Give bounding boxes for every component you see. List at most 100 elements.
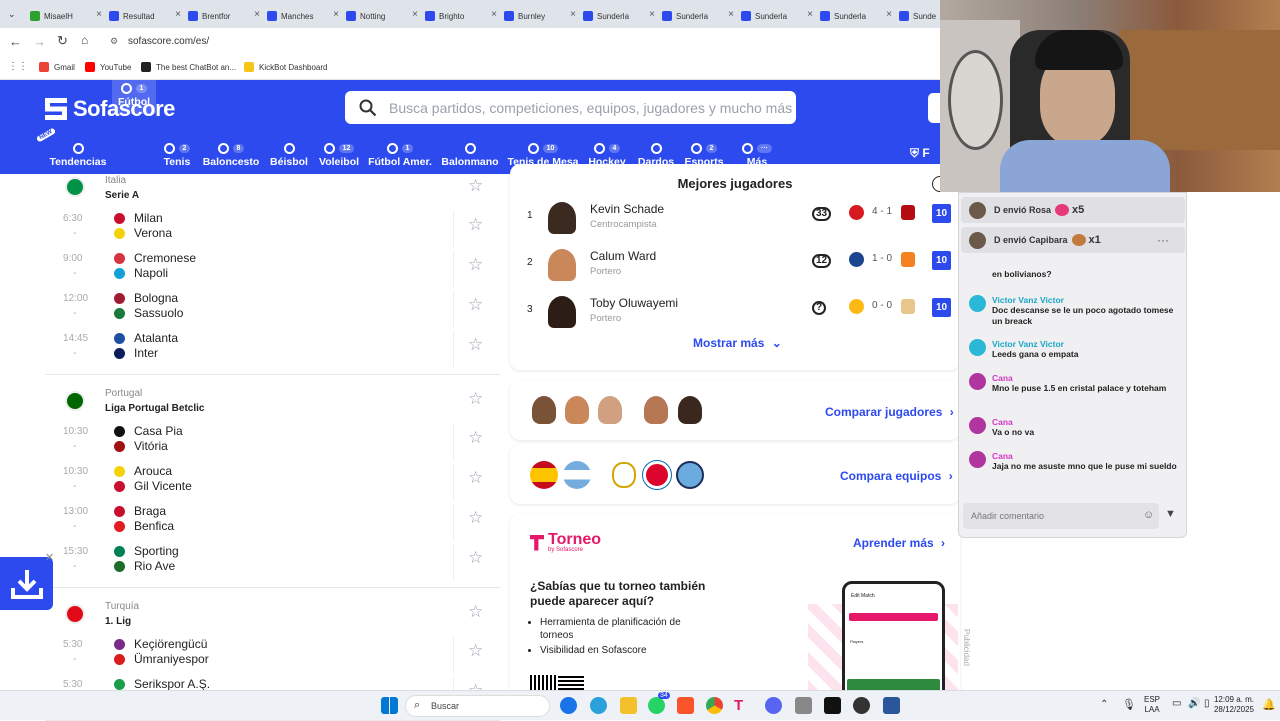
league-name[interactable]: Serie A	[105, 190, 139, 201]
apps-grid-icon[interactable]: ⋮⋮	[8, 61, 28, 72]
site-info-icon[interactable]: ⚙	[110, 36, 118, 47]
close-download-icon[interactable]: ✕	[45, 551, 54, 564]
comment-input[interactable]: Añadir comentario ☺	[963, 503, 1159, 529]
browser-tab[interactable]: MisaelH ×	[30, 6, 102, 26]
network-icon[interactable]: ▭	[1172, 698, 1181, 709]
bookmark-item[interactable]: YouTube	[85, 62, 131, 72]
compare-players-link[interactable]: Comparar jugadores ›	[825, 405, 954, 419]
tab-close-icon[interactable]: ×	[491, 9, 497, 20]
favorite-star-icon[interactable]: ☆	[468, 389, 483, 409]
obs-icon[interactable]	[853, 697, 870, 714]
browser-tab[interactable]: Brentfor ×	[188, 6, 260, 26]
favorite-star-icon[interactable]: ☆	[468, 176, 483, 196]
language-indicator[interactable]: ESP LAA	[1144, 695, 1160, 715]
tab-list-chevron-icon[interactable]: ⌄	[8, 9, 16, 20]
windows-start-icon[interactable]	[381, 697, 398, 714]
browser-tab[interactable]: Brighto ×	[425, 6, 497, 26]
brave-icon[interactable]	[677, 697, 694, 714]
match-row[interactable]: 10:30 - Arouca Gil Vicente ☆	[45, 464, 500, 504]
favorite-star-icon[interactable]: ☆	[468, 335, 483, 355]
match-row[interactable]: 15:30 - Sporting Rio Ave ☆	[45, 544, 500, 584]
favorite-star-icon[interactable]: ☆	[468, 548, 483, 568]
favorite-star-icon[interactable]: ☆	[468, 508, 483, 528]
favorite-star-icon[interactable]: ☆	[468, 428, 483, 448]
favorite-star-icon[interactable]: ☆	[468, 468, 483, 488]
bookmark-item[interactable]: The best ChatBot an...	[141, 62, 236, 72]
browser-tab[interactable]: Notting ×	[346, 6, 418, 26]
emoji-icon[interactable]: ☺	[1143, 509, 1154, 521]
filter-icon[interactable]: ▼	[1165, 508, 1176, 520]
tray-chevron-icon[interactable]: ⌃	[1100, 699, 1108, 710]
favorites-tab[interactable]: ⛨ F	[910, 146, 930, 161]
search-box[interactable]: Busca partidos, competiciones, equipos, …	[345, 91, 796, 124]
taskbar-search[interactable]: ⌕ Buscar	[405, 695, 550, 717]
match-row[interactable]: 13:00 - Braga Benfica ☆	[45, 504, 500, 544]
forward-icon[interactable]: →	[33, 34, 46, 49]
tiktok-icon[interactable]	[824, 697, 841, 714]
tab-close-icon[interactable]: ×	[807, 9, 813, 20]
login-button[interactable]	[928, 93, 940, 123]
match-row[interactable]: 6:30 - Milan Verona ☆	[45, 211, 500, 251]
favorite-star-icon[interactable]: ☆	[468, 295, 483, 315]
notification-bell-icon[interactable]: 🔔	[1262, 698, 1276, 711]
chat-username[interactable]: Victor Vanz Victor	[992, 295, 1177, 305]
chat-username[interactable]: Cana	[992, 451, 1177, 461]
discord-icon[interactable]	[765, 697, 782, 714]
browser-tab[interactable]: Sunderla ×	[820, 6, 892, 26]
back-icon[interactable]: ←	[9, 34, 22, 49]
chat-username[interactable]: Cana	[992, 417, 1177, 427]
league-name[interactable]: Liga Portugal Betclic	[105, 403, 204, 414]
sport-tab[interactable]: Balonmano	[430, 140, 510, 168]
tab-close-icon[interactable]: ×	[175, 9, 181, 20]
browser-tab[interactable]: Manches ×	[267, 6, 339, 26]
tab-close-icon[interactable]: ×	[254, 9, 260, 20]
edge-icon[interactable]	[560, 697, 577, 714]
league-name[interactable]: 1. Lig	[105, 616, 131, 627]
reload-icon[interactable]: ↻	[57, 33, 68, 49]
chat-username[interactable]: Cana	[992, 373, 1177, 383]
match-row[interactable]: 9:00 - Cremonese Napoli ☆	[45, 251, 500, 291]
tab-close-icon[interactable]: ×	[886, 9, 892, 20]
sport-tab[interactable]: Tendencias NEW	[35, 127, 118, 168]
player-row[interactable]: 2 Calum Ward Portero 12 1 - 0 10	[510, 247, 960, 287]
tab-close-icon[interactable]: ×	[728, 9, 734, 20]
browser-tab[interactable]: Sunderla ×	[583, 6, 655, 26]
browser-tab[interactable]: Sunderla ×	[662, 6, 734, 26]
chat-username[interactable]: Victor Vanz Victor	[992, 339, 1177, 349]
home-icon[interactable]: ⌂	[81, 33, 88, 47]
browser-tab[interactable]: Burnley ×	[504, 6, 576, 26]
match-row[interactable]: 14:45 - Atalanta Inter ☆	[45, 331, 500, 371]
download-app-button[interactable]	[0, 557, 53, 610]
word-icon[interactable]	[883, 697, 900, 714]
compare-teams-link[interactable]: Compara equipos ›	[840, 469, 953, 483]
tab-close-icon[interactable]: ×	[333, 9, 339, 20]
tab-close-icon[interactable]: ×	[649, 9, 655, 20]
sport-tab[interactable]: 1 Fútbol Amer.	[360, 140, 440, 168]
compare-teams-card[interactable]: Compara equipos ›	[510, 444, 960, 504]
learn-more-link[interactable]: Aprender más ›	[853, 536, 945, 550]
chrome-icon[interactable]	[706, 697, 723, 714]
clock[interactable]: 12:09 a. m. 28/12/2025	[1206, 695, 1254, 715]
microphone-icon[interactable]: 🎙	[1122, 698, 1136, 711]
torneo-app-icon[interactable]: T	[734, 697, 751, 714]
player-row[interactable]: 1 Kevin Schade Centrocampista 33 4 - 1 10	[510, 200, 960, 240]
player-row[interactable]: 3 Toby Oluwayemi Portero? 0 - 0 10	[510, 294, 960, 334]
url-field[interactable]: sofascore.com/es/	[128, 36, 209, 47]
browser-tab[interactable]: Resultad ×	[109, 6, 181, 26]
bookmark-item[interactable]: Gmail	[39, 62, 75, 72]
favorite-star-icon[interactable]: ☆	[468, 215, 483, 235]
volume-icon[interactable]: 🔊	[1188, 698, 1200, 709]
tab-close-icon[interactable]: ×	[96, 9, 102, 20]
folder-icon[interactable]	[620, 697, 637, 714]
whatsapp-icon[interactable]	[648, 697, 665, 714]
more-options-icon[interactable]: ···	[1157, 233, 1169, 247]
browser-tab[interactable]: Sunderla ×	[741, 6, 813, 26]
match-row[interactable]: 12:00 - Bologna Sassuolo ☆	[45, 291, 500, 331]
show-more-link[interactable]: Mostrar más ⌄	[693, 336, 782, 350]
tab-close-icon[interactable]: ×	[570, 9, 576, 20]
favorite-star-icon[interactable]: ☆	[468, 602, 483, 622]
sport-tab[interactable]: 1 Fútbol	[112, 74, 156, 114]
telegram-icon[interactable]	[590, 697, 607, 714]
match-row[interactable]: 5:30 - Keçiörengücü Ümraniyespor ☆	[45, 637, 500, 677]
bookmark-item[interactable]: KickBot Dashboard	[244, 62, 327, 72]
